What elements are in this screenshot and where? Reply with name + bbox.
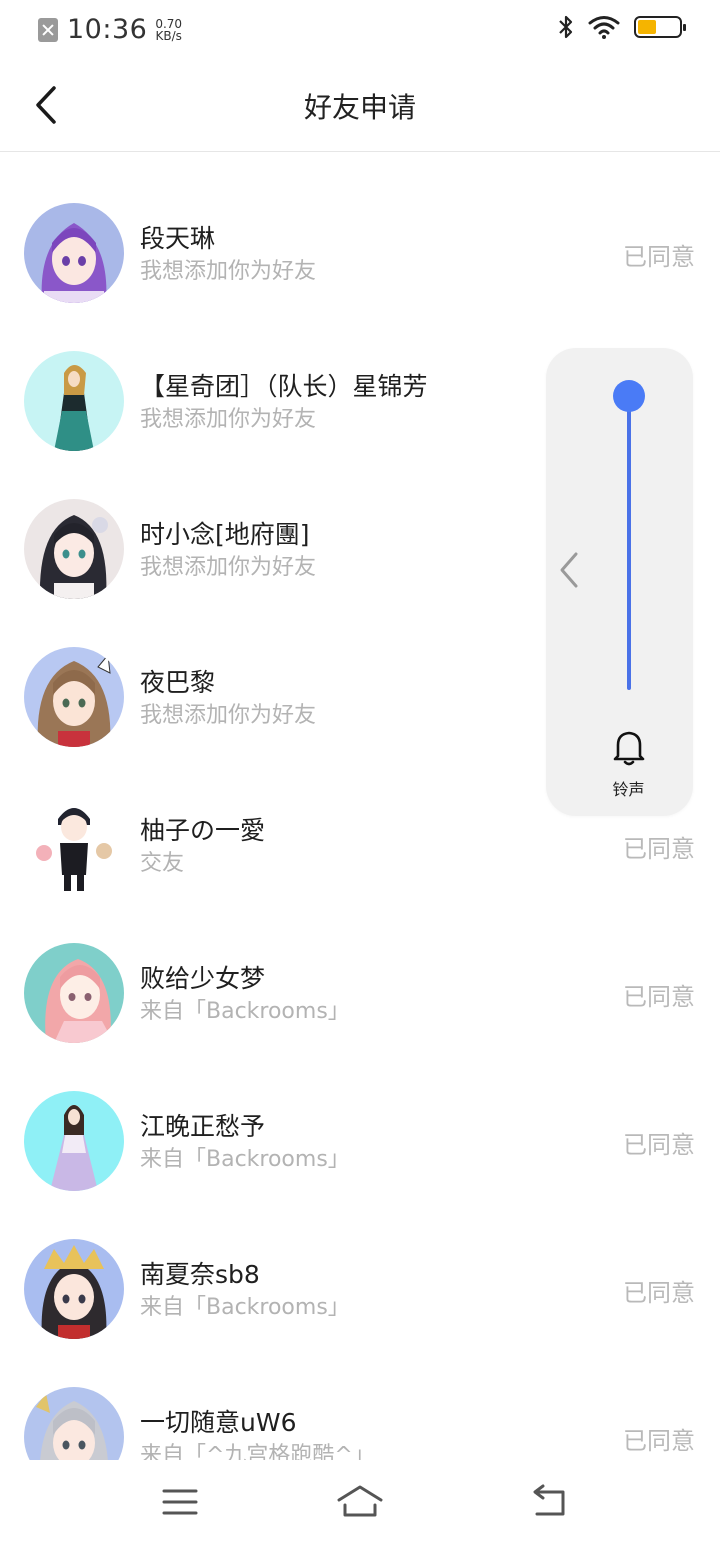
request-status: 已同意 — [623, 835, 695, 863]
request-status: 已同意 — [623, 1279, 695, 1307]
request-message: 来自「Backrooms」 — [140, 999, 350, 1024]
request-name: 段天琳 — [140, 224, 216, 253]
menu-icon[interactable] — [155, 1482, 205, 1522]
list-item[interactable]: 败给少女梦 来自「Backrooms」 已同意 — [0, 893, 720, 1043]
avatar[interactable] — [24, 499, 124, 599]
list-item[interactable]: 江晚正愁予 来自「Backrooms」 已同意 — [0, 1041, 720, 1191]
avatar[interactable] — [24, 647, 124, 747]
network-speed: 0.70 KB/s — [155, 18, 182, 42]
avatar[interactable] — [24, 943, 124, 1043]
home-icon[interactable] — [335, 1482, 385, 1522]
request-name: 时小念[地府團] — [140, 520, 310, 549]
request-message: 来自「Backrooms」 — [140, 1295, 350, 1320]
avatar[interactable] — [24, 203, 124, 303]
request-name: 江晚正愁予 — [140, 1112, 266, 1141]
request-name: 一切随意uW6 — [140, 1408, 297, 1437]
request-name: 柚子の一愛 — [140, 816, 266, 845]
request-status: 已同意 — [623, 1131, 695, 1159]
list-item[interactable]: 段天琳 我想添加你为好友 已同意 — [0, 153, 720, 303]
avatar[interactable] — [24, 1387, 124, 1460]
request-message: 交友 — [140, 851, 185, 876]
sim-off-icon — [38, 17, 58, 42]
avatar[interactable] — [24, 1091, 124, 1191]
bell-icon[interactable] — [612, 728, 646, 766]
request-message: 我想添加你为好友 — [140, 407, 317, 432]
request-name: 败给少女梦 — [140, 964, 266, 993]
network-speed-unit: KB/s — [155, 28, 182, 43]
avatar[interactable] — [24, 351, 124, 451]
battery-icon — [634, 16, 686, 38]
request-status: 已同意 — [623, 243, 695, 271]
volume-panel[interactable]: 铃声 — [546, 348, 693, 816]
volume-slider-track[interactable] — [627, 394, 631, 690]
request-message: 我想添加你为好友 — [140, 555, 317, 580]
avatar[interactable] — [24, 1239, 124, 1339]
back-icon[interactable] — [525, 1482, 575, 1522]
request-message: 我想添加你为好友 — [140, 259, 317, 284]
header: 好友申请 — [0, 58, 720, 152]
network-speed-value: 0.70 — [155, 16, 183, 31]
bluetooth-icon — [559, 15, 573, 39]
request-message: 来自「^九宫格跑酷^」 — [140, 1443, 375, 1460]
chevron-left-icon[interactable] — [554, 548, 584, 592]
page-title: 好友申请 — [303, 91, 416, 124]
wifi-icon — [588, 16, 620, 39]
request-message: 来自「Backrooms」 — [140, 1147, 350, 1172]
bottom-nav — [0, 1460, 720, 1544]
request-status: 已同意 — [623, 1427, 695, 1455]
status-bar: 10:36 0.70 KB/s — [0, 0, 720, 58]
request-message: 我想添加你为好友 — [140, 703, 317, 728]
list-item[interactable]: 一切随意uW6 来自「^九宫格跑酷^」 已同意 — [0, 1337, 720, 1460]
avatar[interactable] — [24, 795, 124, 895]
volume-slider-knob[interactable] — [613, 380, 645, 412]
request-status: 已同意 — [623, 983, 695, 1011]
request-name: 南夏奈sb8 — [140, 1260, 260, 1289]
request-name: 【星奇团］（队长）星锦芳 — [140, 372, 428, 401]
request-name: 夜巴黎 — [140, 668, 216, 697]
list-item[interactable]: 南夏奈sb8 来自「Backrooms」 已同意 — [0, 1189, 720, 1339]
status-time: 10:36 — [67, 14, 148, 45]
volume-mode-label: 铃声 — [612, 780, 645, 799]
